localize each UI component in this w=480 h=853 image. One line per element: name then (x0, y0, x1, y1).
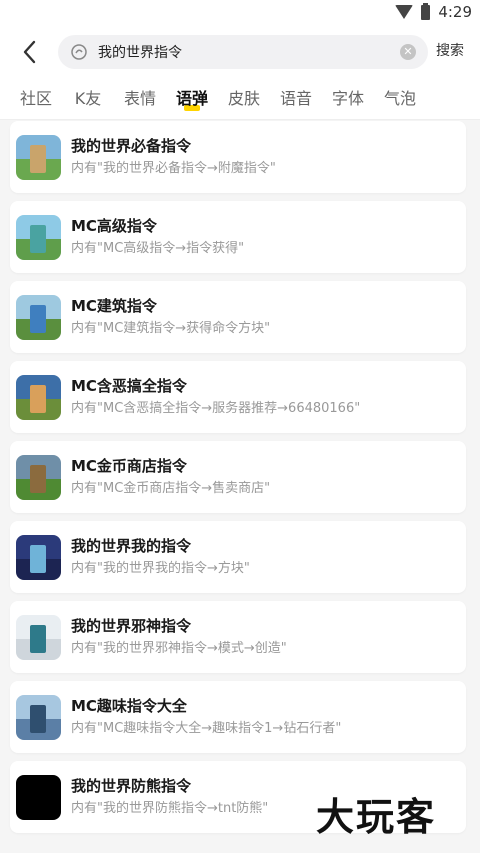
back-button[interactable] (14, 36, 46, 68)
item-text: MC含恶搞全指令内有"MC含恶搞全指令→服务器推荐→66480166" (71, 376, 360, 418)
item-title: MC趣味指令大全 (71, 697, 187, 715)
item-thumbnail (16, 694, 61, 740)
search-header: ✕ 搜索 (0, 26, 480, 78)
item-title: 我的世界邪神指令 (71, 617, 192, 635)
tab-k-friends[interactable]: K友 (62, 78, 114, 119)
watermark: 大玩客 (316, 795, 437, 839)
item-text: 我的世界防熊指令内有"我的世界防熊指令→tnt防熊" (71, 776, 268, 818)
item-text: MC金币商店指令内有"MC金币商店指令→售卖商店" (71, 456, 270, 498)
item-thumbnail (16, 614, 61, 660)
item-text: MC建筑指令内有"MC建筑指令→获得命令方块" (71, 296, 270, 338)
status-bar: 4:29 (0, 0, 480, 26)
item-title: 我的世界防熊指令 (71, 777, 192, 795)
item-description: 内有"我的世界邪神指令→模式→创造" (71, 641, 287, 656)
item-text: 我的世界邪神指令内有"我的世界邪神指令→模式→创造" (71, 616, 287, 658)
item-thumbnail (16, 294, 61, 340)
item-description: 内有"MC金币商店指令→售卖商店" (71, 481, 271, 496)
item-text: 我的世界必备指令内有"我的世界必备指令→附魔指令" (71, 136, 276, 178)
list-item[interactable]: MC趣味指令大全内有"MC趣味指令大全→趣味指令1→钻石行者" (10, 681, 466, 753)
item-text: MC高级指令内有"MC高级指令→指令获得" (71, 216, 244, 258)
item-text: 我的世界我的指令内有"我的世界我的指令→方块" (71, 536, 250, 578)
list-item[interactable]: MC金币商店指令内有"MC金币商店指令→售卖商店" (10, 441, 466, 513)
item-title: MC金币商店指令 (71, 457, 187, 475)
search-type-icon (71, 44, 87, 60)
search-button[interactable]: 搜索 (436, 40, 464, 60)
list-item[interactable]: 我的世界我的指令内有"我的世界我的指令→方块" (10, 521, 466, 593)
clear-search-button[interactable]: ✕ (400, 44, 416, 60)
tab-yudan[interactable]: 语弹 (166, 78, 218, 119)
item-description: 内有"MC含恶搞全指令→服务器推荐→66480166" (71, 401, 361, 416)
list-item[interactable]: 我的世界邪神指令内有"我的世界邪神指令→模式→创造" (10, 601, 466, 673)
item-thumbnail (16, 774, 61, 820)
item-thumbnail (16, 214, 61, 260)
tab-community[interactable]: 社区 (10, 78, 62, 119)
item-description: 内有"我的世界防熊指令→tnt防熊" (71, 801, 269, 816)
item-thumbnail (16, 374, 61, 420)
item-description: 内有"MC建筑指令→获得命令方块" (71, 321, 271, 336)
search-input[interactable] (98, 44, 400, 60)
item-thumbnail (16, 134, 61, 180)
item-description: 内有"MC高级指令→指令获得" (71, 241, 245, 256)
category-tabs: 社区 K友 表情 语弹 皮肤 语音 字体 气泡 (0, 78, 480, 120)
item-title: MC建筑指令 (71, 297, 157, 315)
tab-bubbles[interactable]: 气泡 (374, 78, 426, 119)
item-text: MC趣味指令大全内有"MC趣味指令大全→趣味指令1→钻石行者" (71, 696, 341, 738)
item-description: 内有"MC趣味指令大全→趣味指令1→钻石行者" (71, 721, 342, 736)
item-title: MC高级指令 (71, 217, 157, 235)
item-title: 我的世界我的指令 (71, 537, 192, 555)
tab-voice[interactable]: 语音 (270, 78, 322, 119)
list-item[interactable]: MC建筑指令内有"MC建筑指令→获得命令方块" (10, 281, 466, 353)
tab-fonts[interactable]: 字体 (322, 78, 374, 119)
search-bar: ✕ (58, 35, 428, 69)
item-thumbnail (16, 454, 61, 500)
result-list: 我的世界必备指令内有"我的世界必备指令→附魔指令" MC高级指令内有"MC高级指令… (0, 121, 480, 841)
item-title: MC含恶搞全指令 (71, 377, 187, 395)
tab-skins[interactable]: 皮肤 (218, 78, 270, 119)
chevron-left-icon (23, 40, 36, 64)
item-description: 内有"我的世界我的指令→方块" (71, 561, 250, 576)
list-item[interactable]: MC高级指令内有"MC高级指令→指令获得" (10, 201, 466, 273)
list-item[interactable]: MC含恶搞全指令内有"MC含恶搞全指令→服务器推荐→66480166" (10, 361, 466, 433)
battery-icon (421, 2, 431, 20)
item-description: 内有"我的世界必备指令→附魔指令" (71, 161, 276, 176)
item-thumbnail (16, 534, 61, 580)
list-item[interactable]: 我的世界必备指令内有"我的世界必备指令→附魔指令" (10, 121, 466, 193)
status-time: 4:29 (438, 3, 472, 21)
tab-stickers[interactable]: 表情 (114, 78, 166, 119)
item-title: 我的世界必备指令 (71, 137, 192, 155)
wifi-icon (395, 5, 414, 19)
